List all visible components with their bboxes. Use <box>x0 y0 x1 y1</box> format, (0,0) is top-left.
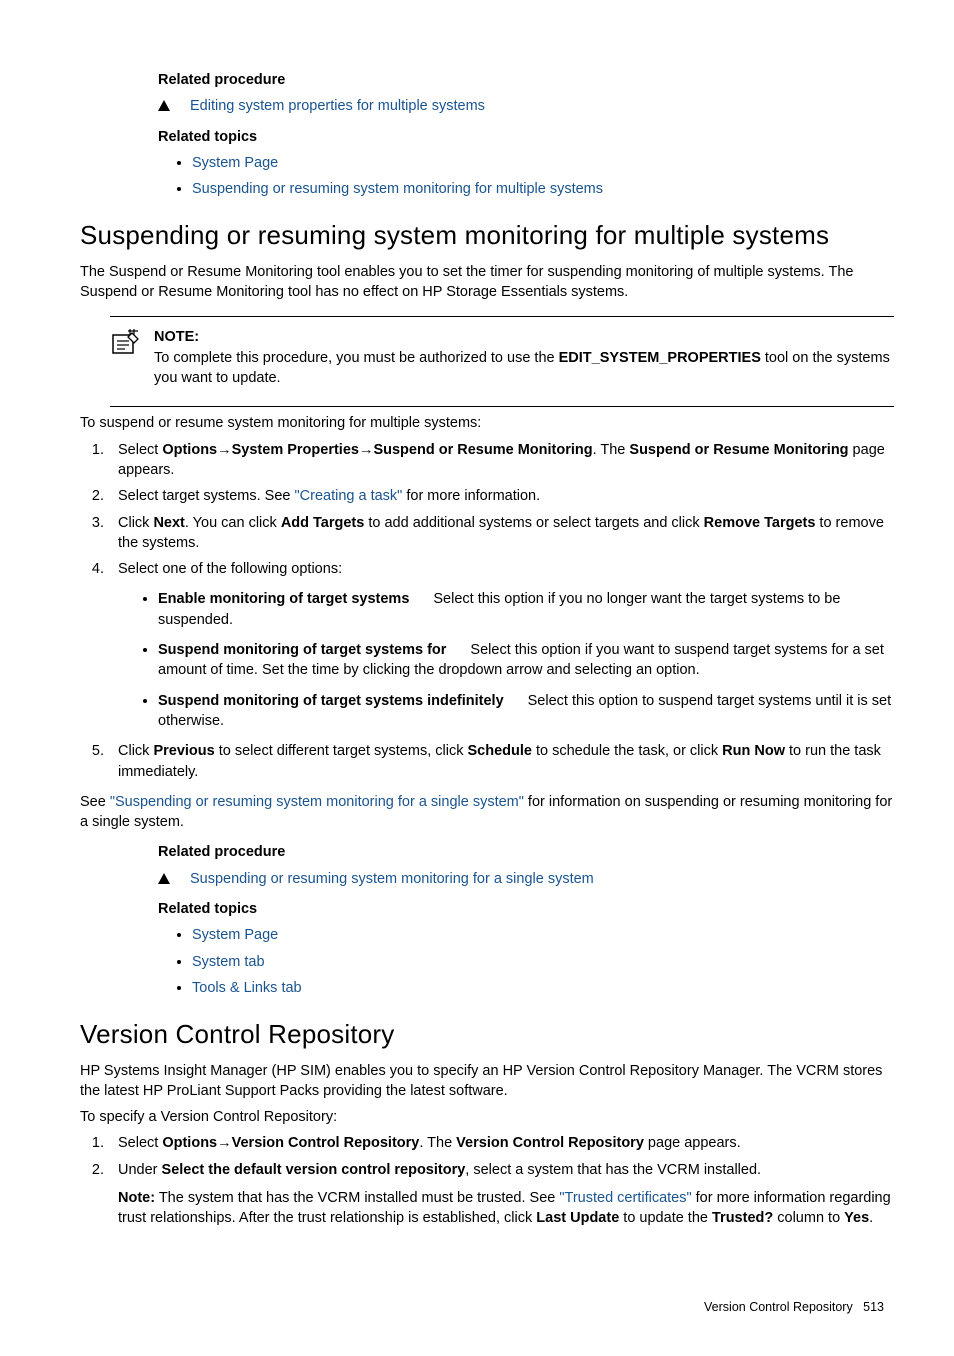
related-topics-heading-2: Related topics <box>158 899 894 919</box>
link-tools-links-tab[interactable]: Tools & Links tab <box>192 980 302 996</box>
note-label: NOTE: <box>154 329 199 345</box>
option-enable: Enable monitoring of target systemsSelec… <box>158 589 894 630</box>
vcr-step-1: Select Options→Version Control Repositor… <box>108 1133 894 1153</box>
vcr-step-2: Under Select the default version control… <box>108 1160 894 1229</box>
step-2: Select target systems. See "Creating a t… <box>108 486 894 506</box>
heading-suspend-resume: Suspending or resuming system monitoring… <box>80 217 894 253</box>
see-also: See "Suspending or resuming system monit… <box>80 792 894 833</box>
note-icon <box>110 329 140 357</box>
related-topics-heading: Related topics <box>158 127 894 147</box>
link-suspend-single-2[interactable]: Suspending or resuming system monitoring… <box>190 869 594 889</box>
step-4: Select one of the following options: Ena… <box>108 559 894 731</box>
intro-paragraph: The Suspend or Resume Monitoring tool en… <box>80 262 894 303</box>
heading-vcr: Version Control Repository <box>80 1016 894 1052</box>
vcr-leadin: To specify a Version Control Repository: <box>80 1107 894 1127</box>
vcr-intro: HP Systems Insight Manager (HP SIM) enab… <box>80 1061 894 1102</box>
step-3: Click Next. You can click Add Targets to… <box>108 513 894 554</box>
triangle-icon <box>158 100 170 111</box>
option-suspend-indef: Suspend monitoring of target systems ind… <box>158 691 894 732</box>
step-5: Click Previous to select different targe… <box>108 741 894 782</box>
page-footer: Version Control Repository 513 <box>80 1299 894 1317</box>
note-body: To complete this procedure, you must be … <box>154 350 890 386</box>
steps-list: Select Options→System Properties→Suspend… <box>80 440 894 782</box>
related-procedure-heading: Related procedure <box>158 70 894 90</box>
vcr-steps: Select Options→Version Control Repositor… <box>80 1133 894 1228</box>
link-trusted-certificates[interactable]: "Trusted certificates" <box>559 1190 691 1206</box>
option-suspend-for: Suspend monitoring of target systems for… <box>158 640 894 681</box>
link-suspend-resume-multiple[interactable]: Suspending or resuming system monitoring… <box>192 181 603 197</box>
link-system-page[interactable]: System Page <box>192 155 278 171</box>
related-procedure-heading-2: Related procedure <box>158 842 894 862</box>
triangle-icon <box>158 873 170 884</box>
link-system-tab[interactable]: System tab <box>192 954 265 970</box>
link-system-page-2[interactable]: System Page <box>192 927 278 943</box>
procedure-leadin: To suspend or resume system monitoring f… <box>80 413 894 433</box>
step-1: Select Options→System Properties→Suspend… <box>108 440 894 481</box>
link-creating-task[interactable]: "Creating a task" <box>295 488 403 504</box>
link-edit-system-properties[interactable]: Editing system properties for multiple s… <box>190 96 485 116</box>
link-suspend-single[interactable]: "Suspending or resuming system monitorin… <box>110 794 524 810</box>
